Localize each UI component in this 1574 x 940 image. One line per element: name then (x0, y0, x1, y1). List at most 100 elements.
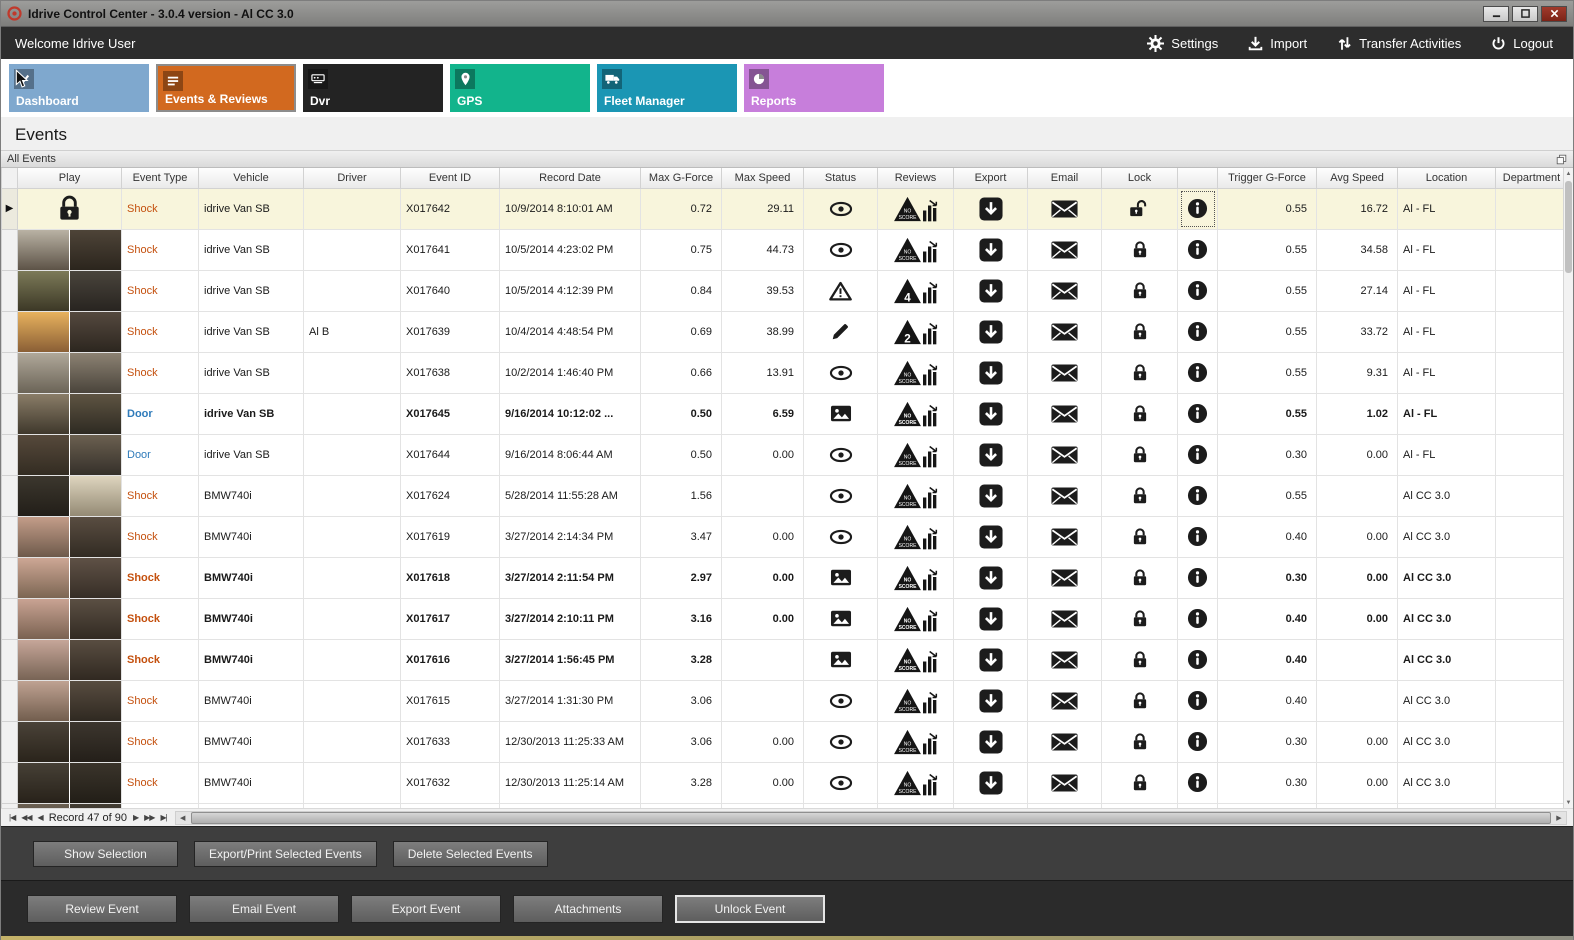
column-header-lock[interactable]: Lock (1101, 168, 1178, 189)
lock-cell[interactable] (1101, 679, 1178, 722)
table-row[interactable]: Shock idrive Van SB X017638 10/2/2014 1:46:… (1, 351, 1568, 394)
reviews-cell[interactable]: NO SCORE (877, 679, 954, 722)
row-selector[interactable] (1, 310, 18, 353)
last-record-icon[interactable]: ▶| (160, 813, 167, 822)
nav-tile-reports[interactable]: Reports (744, 64, 884, 112)
lock-cell[interactable] (1101, 351, 1178, 394)
reviews-cell[interactable]: NO SCORE (877, 638, 954, 681)
column-header-trigger-g-force[interactable]: Trigger G-Force (1217, 168, 1317, 189)
status-cell[interactable] (803, 679, 878, 722)
lock-cell[interactable] (1101, 187, 1178, 230)
reviews-cell[interactable]: 4 (877, 269, 954, 312)
email-cell[interactable] (1027, 474, 1102, 517)
table-row[interactable]: ▶ Shock idrive Van SB X017642 10/9/2014 8:10… (1, 187, 1568, 230)
reviews-cell[interactable]: NO SCORE (877, 597, 954, 640)
row-selector[interactable] (1, 556, 18, 599)
email-cell[interactable] (1027, 433, 1102, 476)
status-cell[interactable] (803, 720, 878, 763)
export-cell[interactable] (953, 474, 1028, 517)
status-cell[interactable] (803, 802, 878, 808)
event-thumbnail[interactable] (17, 269, 122, 312)
lock-cell[interactable] (1101, 515, 1178, 558)
info-cell[interactable] (1177, 474, 1218, 517)
row-selector[interactable] (1, 351, 18, 394)
table-row[interactable]: Shock BMW740i X017617 3/27/2014 2:10:11 PM 3… (1, 597, 1568, 640)
row-selector[interactable] (1, 679, 18, 722)
lock-cell[interactable] (1101, 761, 1178, 804)
event-thumbnail[interactable] (17, 761, 122, 804)
status-cell[interactable] (803, 351, 878, 394)
reviews-cell[interactable]: NO SCORE (877, 187, 954, 230)
column-header-event-type[interactable]: Event Type (121, 168, 199, 189)
scroll-up-icon[interactable]: ▲ (1564, 168, 1573, 179)
event-thumbnail[interactable] (17, 310, 122, 353)
event-thumbnail[interactable] (17, 474, 122, 517)
minimize-button[interactable] (1483, 5, 1509, 22)
table-row[interactable]: Door idrive Van SB X017645 9/16/2014 10:12:… (1, 392, 1568, 435)
unlock-event-button[interactable]: Unlock Event (675, 894, 825, 923)
event-thumbnail[interactable] (17, 679, 122, 722)
row-selector[interactable] (1, 597, 18, 640)
event-thumbnail[interactable] (17, 720, 122, 763)
table-row[interactable]: Shock BMW740i X017624 5/28/2014 11:55:28 AM… (1, 474, 1568, 517)
export-cell[interactable] (953, 597, 1028, 640)
status-cell[interactable] (803, 392, 878, 435)
info-cell[interactable] (1177, 556, 1218, 599)
column-header-department[interactable]: Department (1495, 168, 1568, 189)
prev-record-icon[interactable]: ◀ (38, 813, 44, 822)
scroll-left-icon[interactable]: ◀ (176, 812, 190, 824)
table-row[interactable]: Door idrive Van SB X017644 9/16/2014 8:06:4… (1, 433, 1568, 476)
export-cell[interactable] (953, 228, 1028, 271)
reviews-cell[interactable]: 2 (877, 310, 954, 353)
close-button[interactable] (1541, 5, 1567, 22)
column-header-location[interactable]: Location (1397, 168, 1496, 189)
event-thumbnail[interactable] (17, 638, 122, 681)
import-button[interactable]: Import (1248, 35, 1307, 52)
email-cell[interactable] (1027, 761, 1102, 804)
status-cell[interactable] (803, 638, 878, 681)
lock-cell[interactable] (1101, 597, 1178, 640)
reviews-cell[interactable]: NO SCORE (877, 556, 954, 599)
horizontal-scrollbar[interactable]: ◀ ▶ (174, 810, 1567, 825)
lock-cell[interactable] (1101, 556, 1178, 599)
logout-button[interactable]: Logout (1491, 35, 1553, 52)
lock-cell[interactable] (1101, 720, 1178, 763)
prev-page-icon[interactable]: ◀◀ (21, 813, 32, 822)
email-cell[interactable] (1027, 351, 1102, 394)
reviews-cell[interactable]: NO SCORE (877, 515, 954, 558)
show-selection-button[interactable]: Show Selection (33, 840, 178, 867)
export-cell[interactable] (953, 720, 1028, 763)
row-selector[interactable]: ▶ (1, 187, 18, 230)
reviews-cell[interactable]: NO SCORE (877, 351, 954, 394)
reviews-cell[interactable]: NO SCORE (877, 433, 954, 476)
export-cell[interactable] (953, 392, 1028, 435)
maximize-button[interactable] (1512, 5, 1538, 22)
reviews-cell[interactable]: NO SCORE (877, 761, 954, 804)
event-thumbnail[interactable] (17, 351, 122, 394)
nav-tile-events-reviews[interactable]: Events & Reviews (156, 64, 296, 112)
status-cell[interactable] (803, 597, 878, 640)
column-header-play[interactable]: Play (17, 168, 122, 189)
event-thumbnail[interactable] (17, 556, 122, 599)
delete-selected-events-button[interactable]: Delete Selected Events (392, 840, 548, 867)
status-cell[interactable] (803, 228, 878, 271)
info-cell[interactable] (1177, 310, 1218, 353)
table-row[interactable]: Shock BMW740i X017618 3/27/2014 2:11:54 PM 2… (1, 556, 1568, 599)
status-cell[interactable] (803, 187, 878, 230)
export-cell[interactable] (953, 556, 1028, 599)
email-cell[interactable] (1027, 515, 1102, 558)
reviews-cell[interactable] (877, 802, 954, 808)
first-record-icon[interactable]: |◀ (9, 813, 16, 822)
nav-tile-fleet-manager[interactable]: Fleet Manager (597, 64, 737, 112)
email-cell[interactable] (1027, 638, 1102, 681)
row-selector[interactable] (1, 720, 18, 763)
nav-tile-dvr[interactable]: Dvr (303, 64, 443, 112)
status-cell[interactable] (803, 310, 878, 353)
table-row[interactable] (1, 802, 1568, 808)
column-header-email[interactable]: Email (1027, 168, 1102, 189)
email-cell[interactable] (1027, 269, 1102, 312)
event-thumbnail[interactable] (17, 802, 122, 808)
next-page-icon[interactable]: ▶▶ (144, 813, 155, 822)
vertical-scroll-thumb[interactable] (1565, 181, 1572, 273)
column-header-info[interactable] (1177, 168, 1218, 189)
